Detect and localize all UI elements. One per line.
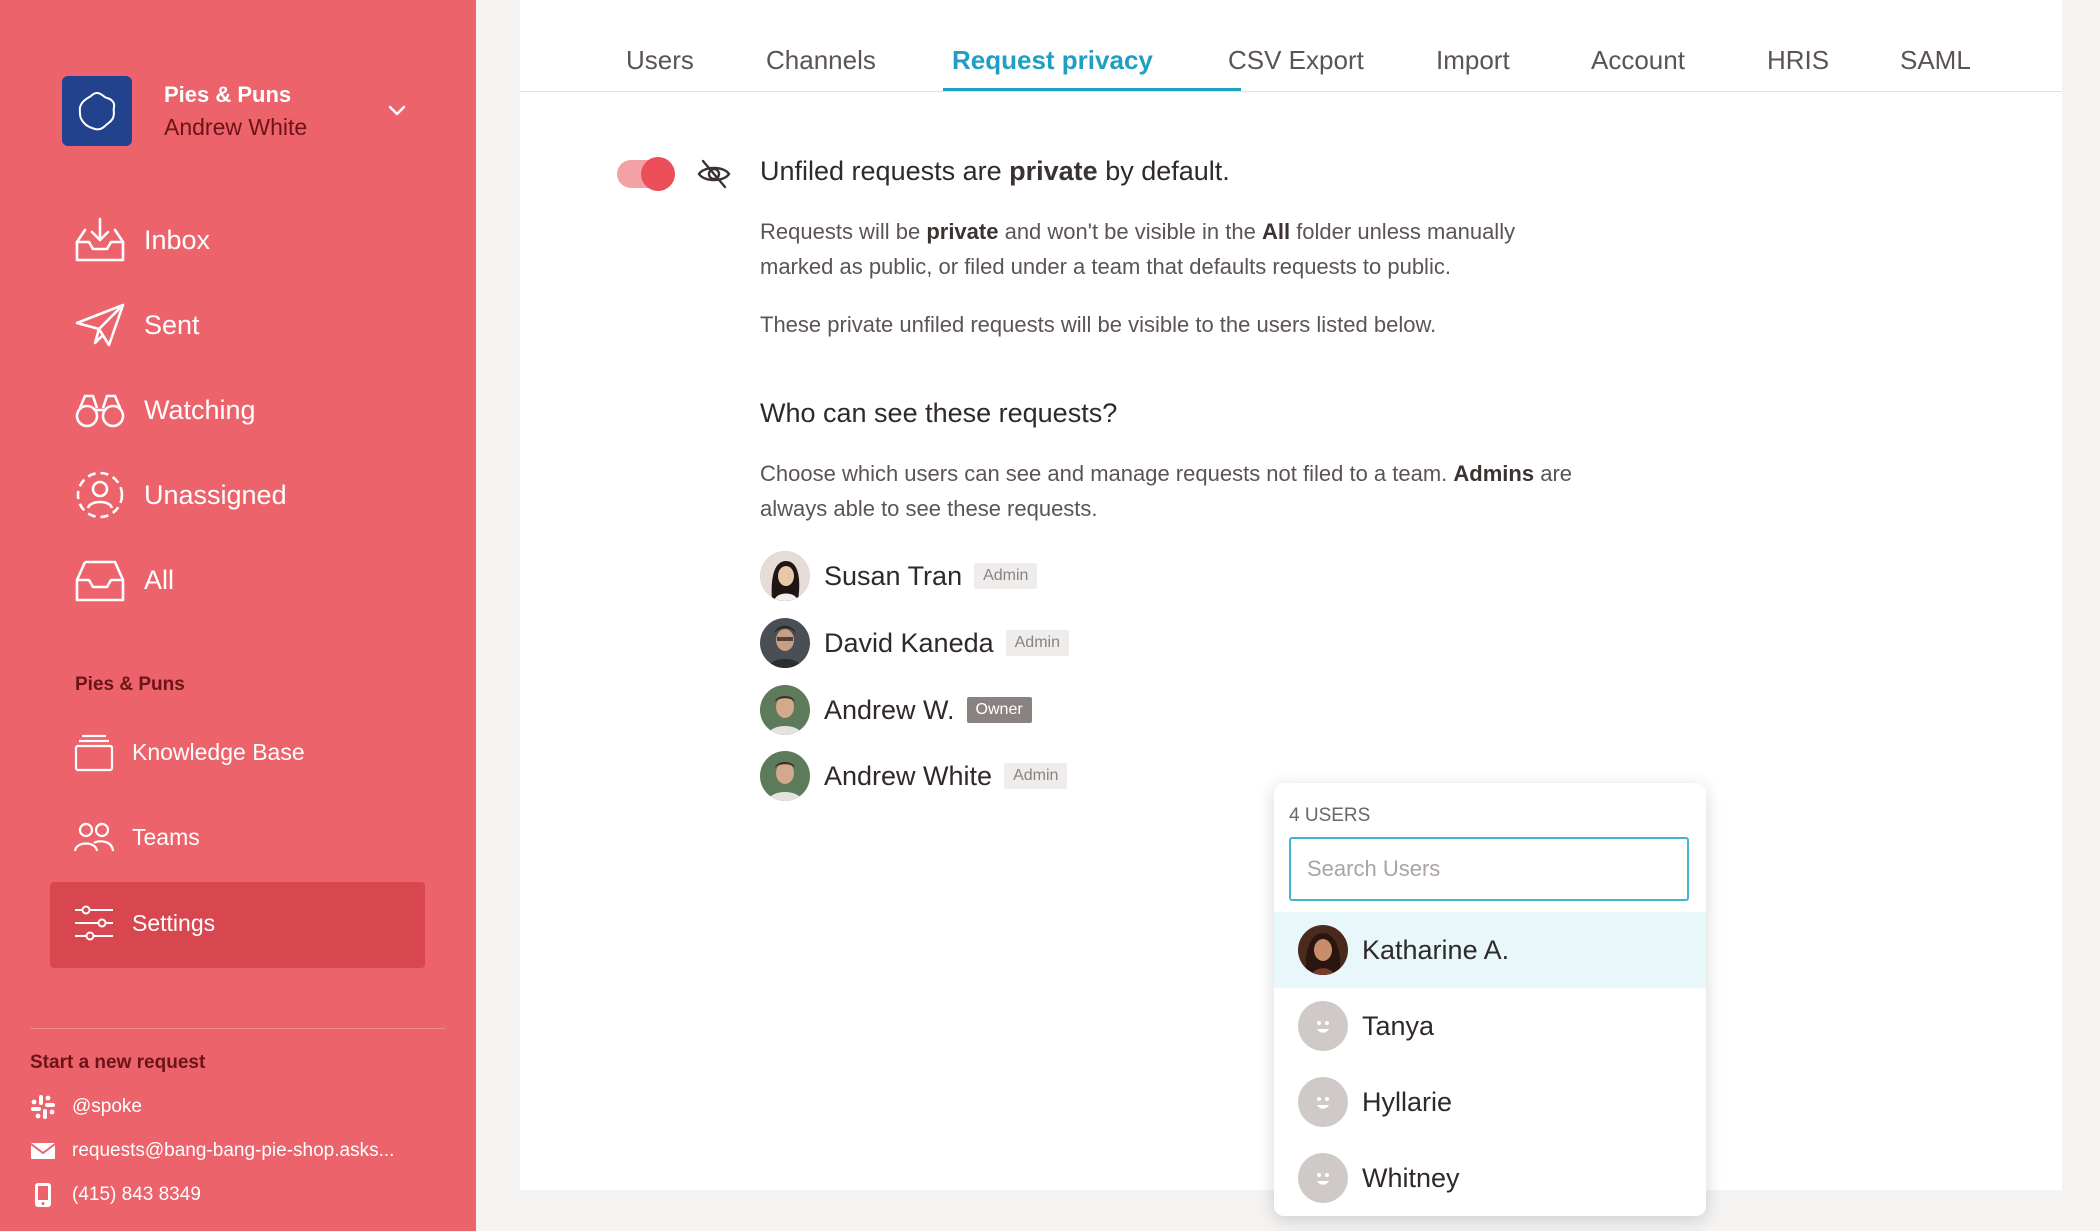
avatar bbox=[760, 551, 810, 601]
workspace-switcher[interactable]: Pies & Puns Andrew White bbox=[62, 76, 412, 146]
inbox-icon bbox=[72, 215, 128, 265]
start-request-label: Start a new request bbox=[30, 1052, 206, 1073]
member-row[interactable]: David Kaneda Admin bbox=[760, 617, 1069, 669]
member-name: Andrew W. bbox=[824, 694, 955, 725]
default-avatar-icon bbox=[1298, 1001, 1348, 1051]
chevron-down-icon[interactable] bbox=[382, 96, 412, 126]
role-badge: Owner bbox=[966, 697, 1032, 723]
tab-saml[interactable]: SAML bbox=[1900, 40, 1971, 80]
visibility-note: These private unfiled requests will be v… bbox=[760, 312, 1437, 337]
nav-item-sent[interactable]: Sent bbox=[72, 295, 200, 355]
nav-item-settings[interactable]: Settings bbox=[72, 893, 215, 953]
stack-icon bbox=[72, 730, 116, 774]
search-users-input[interactable] bbox=[1289, 837, 1689, 901]
tab-request-privacy[interactable]: Request privacy bbox=[952, 40, 1153, 80]
envelope-icon bbox=[30, 1138, 56, 1164]
tab-account[interactable]: Account bbox=[1591, 40, 1685, 80]
settings-panel: Users Channels Request privacy CSV Expor… bbox=[520, 0, 2062, 1216]
contact-email[interactable]: requests@bang-bang-pie-shop.asks... bbox=[30, 1134, 394, 1168]
privacy-headline: Unfiled requests are private by default. bbox=[760, 156, 1230, 186]
tab-hris[interactable]: HRIS bbox=[1767, 40, 1829, 80]
workspace-logo-icon bbox=[62, 76, 132, 146]
tab-users[interactable]: Users bbox=[626, 40, 694, 80]
avatar bbox=[760, 751, 810, 801]
avatar bbox=[760, 685, 810, 735]
nav-item-unassigned[interactable]: Unassigned bbox=[72, 465, 287, 525]
user-option[interactable]: Katharine A. bbox=[1274, 912, 1706, 988]
member-name: Andrew White bbox=[824, 760, 993, 791]
nav-item-teams[interactable]: Teams bbox=[72, 807, 200, 867]
user-option[interactable]: Tanya bbox=[1274, 988, 1706, 1064]
paper-plane-icon bbox=[72, 300, 128, 350]
who-can-see-description: Choose which users can see and manage re… bbox=[760, 461, 1573, 521]
eye-off-icon bbox=[697, 159, 731, 189]
current-user-name: Andrew White bbox=[164, 114, 308, 140]
role-badge: Admin bbox=[1005, 630, 1069, 656]
nav-label: Teams bbox=[132, 823, 200, 850]
member-name: David Kaneda bbox=[824, 627, 994, 658]
unassigned-user-icon bbox=[72, 470, 128, 520]
contact-slack[interactable]: @spoke bbox=[30, 1090, 142, 1124]
contact-label: @spoke bbox=[72, 1096, 142, 1117]
nav-item-inbox[interactable]: Inbox bbox=[72, 210, 210, 270]
contact-phone[interactable]: (415) 843 8349 bbox=[30, 1178, 201, 1212]
user-option-name: Katharine A. bbox=[1362, 934, 1510, 965]
nav-label: Settings bbox=[132, 909, 216, 936]
tray-icon bbox=[72, 555, 128, 605]
slack-icon bbox=[30, 1094, 56, 1120]
tab-csv-export[interactable]: CSV Export bbox=[1228, 40, 1364, 80]
member-row[interactable]: Andrew White Admin bbox=[760, 750, 1068, 802]
member-row[interactable]: Susan Tran Admin bbox=[760, 550, 1038, 602]
sidebar-divider bbox=[30, 1028, 445, 1029]
add-user-dropdown: 4 USERS Katharine A. Tany bbox=[1274, 783, 1706, 1216]
private-by-default-toggle[interactable] bbox=[617, 157, 675, 191]
tab-channels[interactable]: Channels bbox=[766, 40, 876, 80]
user-option-name: Whitney bbox=[1362, 1162, 1460, 1193]
nav-label: Knowledge Base bbox=[132, 738, 305, 765]
default-avatar-icon bbox=[1298, 1077, 1348, 1127]
section-label: Pies & Puns bbox=[75, 674, 185, 695]
default-avatar-icon bbox=[1298, 1153, 1348, 1203]
nav-label: Inbox bbox=[144, 224, 211, 255]
user-option-name: Tanya bbox=[1362, 1010, 1435, 1041]
contact-label: requests@bang-bang-pie-shop.asks... bbox=[72, 1140, 395, 1161]
people-icon bbox=[72, 815, 116, 859]
user-count: 4 USERS bbox=[1289, 805, 1371, 826]
binoculars-icon bbox=[72, 385, 128, 435]
nav-label: Unassigned bbox=[144, 479, 287, 510]
user-option[interactable]: Whitney bbox=[1274, 1140, 1706, 1216]
nav-label: Sent bbox=[144, 309, 200, 340]
tab-import[interactable]: Import bbox=[1436, 40, 1510, 80]
sliders-icon bbox=[72, 901, 116, 945]
sidebar: Pies & Puns Andrew White Inbox Sent Watc… bbox=[0, 0, 476, 1231]
nav-label: Watching bbox=[144, 394, 256, 425]
privacy-description: Requests will be private and won't be vi… bbox=[760, 219, 1516, 279]
phone-icon bbox=[30, 1182, 56, 1208]
member-row[interactable]: Andrew W. Owner bbox=[760, 684, 1032, 736]
nav-label: All bbox=[144, 564, 175, 595]
avatar bbox=[1298, 925, 1348, 975]
nav-item-knowledge-base[interactable]: Knowledge Base bbox=[72, 722, 305, 782]
toggle-knob bbox=[641, 157, 675, 191]
who-can-see-heading: Who can see these requests? bbox=[760, 398, 1118, 428]
contact-label: (415) 843 8349 bbox=[72, 1184, 201, 1205]
nav-item-all[interactable]: All bbox=[72, 550, 174, 610]
member-name: Susan Tran bbox=[824, 560, 963, 591]
user-option-name: Hyllarie bbox=[1362, 1086, 1453, 1117]
active-tab-indicator bbox=[943, 88, 1241, 91]
workspace-name: Pies & Puns bbox=[164, 82, 292, 107]
role-badge: Admin bbox=[1004, 763, 1068, 789]
user-option[interactable]: Hyllarie bbox=[1274, 1064, 1706, 1140]
nav-item-watching[interactable]: Watching bbox=[72, 380, 256, 440]
settings-tabs: Users Channels Request privacy CSV Expor… bbox=[520, 0, 2062, 92]
avatar bbox=[760, 618, 810, 668]
role-badge: Admin bbox=[974, 563, 1038, 589]
